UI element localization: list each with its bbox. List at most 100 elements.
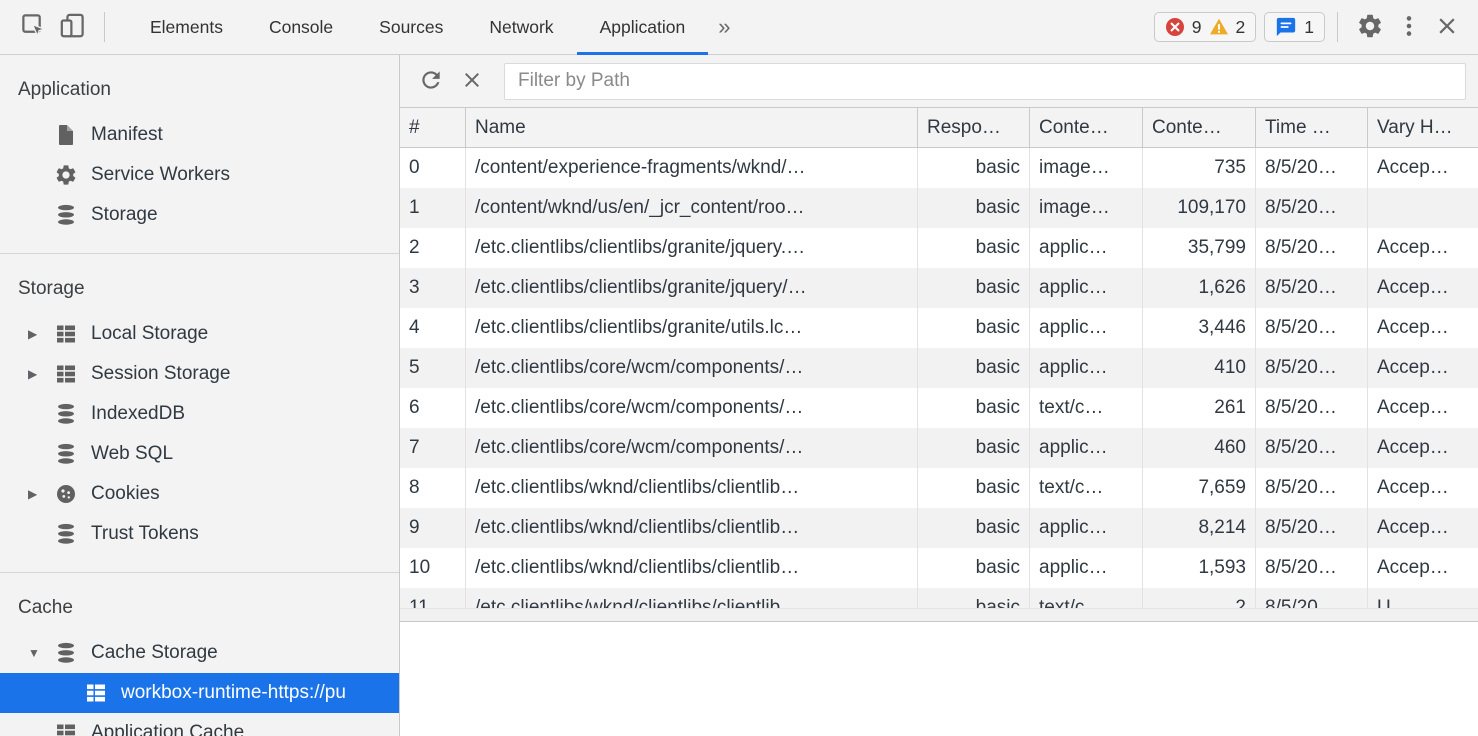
expander-collapsed-icon[interactable]: ▶ xyxy=(28,367,54,381)
section-title-cache: Cache xyxy=(0,589,399,633)
table-row[interactable]: 7/etc.clientlibs/core/wcm/components/…ba… xyxy=(400,428,1478,468)
response-type-cell: basic xyxy=(918,188,1030,228)
sidebar-item-workbox-runtime-https-pu[interactable]: workbox-runtime-https://pu xyxy=(0,673,399,713)
sidebar-item-manifest[interactable]: Manifest xyxy=(0,115,399,155)
vary-cell: Accep… xyxy=(1368,548,1478,588)
name-cell: /content/experience-fragments/wknd/… xyxy=(466,148,918,188)
tab-sources[interactable]: Sources xyxy=(356,0,466,55)
content-length-cell: 261 xyxy=(1143,388,1256,428)
index-cell: 1 xyxy=(400,188,466,228)
sidebar-item-local-storage[interactable]: ▶Local Storage xyxy=(0,314,399,354)
message-count: 1 xyxy=(1304,17,1314,38)
index-cell: 4 xyxy=(400,308,466,348)
gear-icon xyxy=(1356,12,1384,43)
content-length-cell: 7,659 xyxy=(1143,468,1256,508)
table-row[interactable]: 2/etc.clientlibs/clientlibs/granite/jque… xyxy=(400,228,1478,268)
refresh-button[interactable] xyxy=(410,63,452,100)
table-icon xyxy=(54,721,78,736)
column-header-index[interactable]: # xyxy=(400,108,466,148)
expander-collapsed-icon[interactable]: ▶ xyxy=(28,487,54,501)
sidebar-item-label: Cache Storage xyxy=(91,642,218,664)
response-type-cell: basic xyxy=(918,228,1030,268)
table-icon xyxy=(54,362,78,386)
application-sidebar: ApplicationManifestService WorkersStorag… xyxy=(0,55,400,736)
tab-network[interactable]: Network xyxy=(466,0,576,55)
settings-button[interactable] xyxy=(1350,8,1390,47)
index-cell: 10 xyxy=(400,548,466,588)
content-length-cell: 1,626 xyxy=(1143,268,1256,308)
sidebar-item-label: Trust Tokens xyxy=(91,523,199,545)
vary-cell: Accep… xyxy=(1368,428,1478,468)
device-toolbar-icon xyxy=(59,12,86,42)
index-cell: 7 xyxy=(400,428,466,468)
vary-cell: Accep… xyxy=(1368,228,1478,268)
time-cell: 8/5/20… xyxy=(1256,228,1368,268)
tab-elements[interactable]: Elements xyxy=(127,0,246,55)
sidebar-item-storage[interactable]: Storage xyxy=(0,195,399,235)
time-cell: 8/5/20… xyxy=(1256,588,1368,608)
table-row[interactable]: 9/etc.clientlibs/wknd/clientlibs/clientl… xyxy=(400,508,1478,548)
table-row[interactable]: 11/etc.clientlibs/wknd/clientlibs/client… xyxy=(400,588,1478,608)
sidebar-item-trust-tokens[interactable]: Trust Tokens xyxy=(0,514,399,554)
table-row[interactable]: 4/etc.clientlibs/clientlibs/granite/util… xyxy=(400,308,1478,348)
menu-button[interactable] xyxy=(1390,9,1428,46)
tab-console[interactable]: Console xyxy=(246,0,356,55)
expander-expanded-icon[interactable]: ▼ xyxy=(28,646,54,660)
name-cell: /etc.clientlibs/wknd/clientlibs/clientli… xyxy=(466,468,918,508)
time-cell: 8/5/20… xyxy=(1256,268,1368,308)
column-header-content-type[interactable]: Conte… xyxy=(1030,108,1143,148)
issues-badge[interactable]: 9 2 xyxy=(1154,12,1256,42)
cache-toolbar xyxy=(400,55,1478,108)
messages-badge[interactable]: 1 xyxy=(1264,12,1325,42)
sidebar-item-label: Cookies xyxy=(91,483,160,505)
column-header-time[interactable]: Time … xyxy=(1256,108,1368,148)
table-row[interactable]: 6/etc.clientlibs/core/wcm/components/…ba… xyxy=(400,388,1478,428)
device-toolbar-button[interactable] xyxy=(53,8,92,46)
sidebar-item-session-storage[interactable]: ▶Session Storage xyxy=(0,354,399,394)
warning-count: 2 xyxy=(1236,17,1246,38)
cookie-icon xyxy=(54,482,78,506)
table-row[interactable]: 8/etc.clientlibs/wknd/clientlibs/clientl… xyxy=(400,468,1478,508)
section-title-storage: Storage xyxy=(0,270,399,314)
devtools-window: ElementsConsoleSourcesNetworkApplication… xyxy=(0,0,1478,736)
sidebar-item-web-sql[interactable]: Web SQL xyxy=(0,434,399,474)
name-cell: /etc.clientlibs/clientlibs/granite/jquer… xyxy=(466,228,918,268)
inspect-element-button[interactable] xyxy=(14,8,53,46)
sidebar-item-application-cache[interactable]: Application Cache xyxy=(0,713,399,736)
section-title-application: Application xyxy=(0,71,399,115)
more-tabs-button[interactable]: » xyxy=(708,14,740,40)
table-row[interactable]: 1/content/wknd/us/en/_jcr_content/roo…ba… xyxy=(400,188,1478,228)
table-row[interactable]: 0/content/experience-fragments/wknd/…bas… xyxy=(400,148,1478,188)
tab-application[interactable]: Application xyxy=(577,0,709,55)
column-header-vary[interactable]: Vary H… xyxy=(1368,108,1478,148)
vary-cell: Accep… xyxy=(1368,388,1478,428)
expander-collapsed-icon[interactable]: ▶ xyxy=(28,327,54,341)
sidebar-item-indexeddb[interactable]: IndexedDB xyxy=(0,394,399,434)
table-row[interactable]: 10/etc.clientlibs/wknd/clientlibs/client… xyxy=(400,548,1478,588)
content-type-cell: text/c… xyxy=(1030,468,1143,508)
index-cell: 5 xyxy=(400,348,466,388)
index-cell: 9 xyxy=(400,508,466,548)
warning-icon xyxy=(1209,17,1229,37)
column-header-name[interactable]: Name xyxy=(466,108,918,148)
filter-input[interactable] xyxy=(504,63,1466,100)
response-type-cell: basic xyxy=(918,428,1030,468)
sidebar-item-cache-storage[interactable]: ▼ Cache Storage xyxy=(0,633,399,673)
sidebar-item-service-workers[interactable]: Service Workers xyxy=(0,155,399,195)
response-type-cell: basic xyxy=(918,268,1030,308)
close-devtools-button[interactable] xyxy=(1428,9,1466,46)
content-type-cell: image… xyxy=(1030,148,1143,188)
time-cell: 8/5/20… xyxy=(1256,188,1368,228)
table-row[interactable]: 5/etc.clientlibs/core/wcm/components/…ba… xyxy=(400,348,1478,388)
sidebar-item-cookies[interactable]: ▶ Cookies xyxy=(0,474,399,514)
cache-entries-table: #NameRespo…Conte…Conte…Time …Vary H… 0/c… xyxy=(400,108,1478,608)
column-header-content-length[interactable]: Conte… xyxy=(1143,108,1256,148)
clear-filter-button[interactable] xyxy=(452,64,492,99)
column-header-response-type[interactable]: Respo… xyxy=(918,108,1030,148)
response-type-cell: basic xyxy=(918,148,1030,188)
vary-cell: Accep… xyxy=(1368,268,1478,308)
table-row[interactable]: 3/etc.clientlibs/clientlibs/granite/jque… xyxy=(400,268,1478,308)
preview-pane xyxy=(400,622,1478,736)
name-cell: /content/wknd/us/en/_jcr_content/roo… xyxy=(466,188,918,228)
horizontal-scrollbar[interactable] xyxy=(400,608,1478,622)
